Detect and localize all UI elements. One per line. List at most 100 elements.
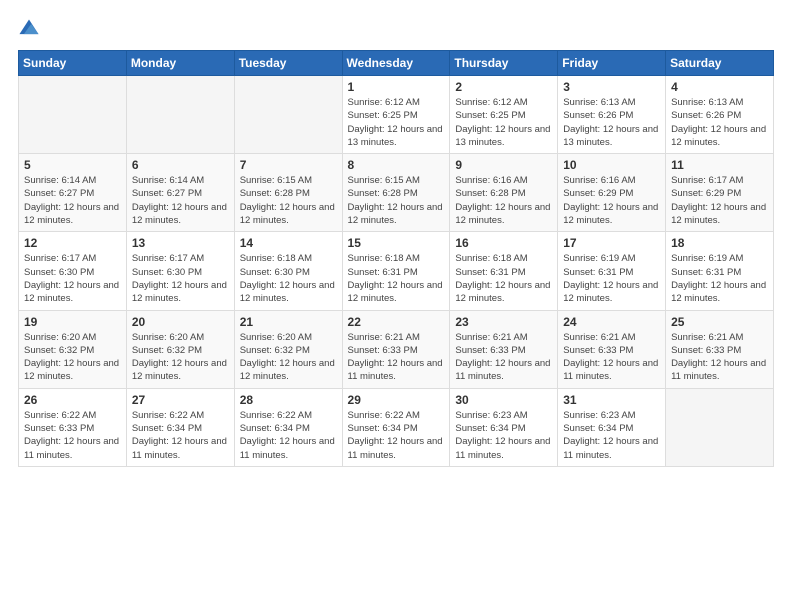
calendar-cell: 16 Sunrise: 6:18 AMSunset: 6:31 PMDayligh… xyxy=(450,232,558,310)
calendar-cell: 20 Sunrise: 6:20 AMSunset: 6:32 PMDayligh… xyxy=(126,310,234,388)
calendar-cell: 25 Sunrise: 6:21 AMSunset: 6:33 PMDayligh… xyxy=(666,310,774,388)
day-info: Sunrise: 6:18 AMSunset: 6:31 PMDaylight:… xyxy=(455,252,552,305)
calendar-cell: 14 Sunrise: 6:18 AMSunset: 6:30 PMDayligh… xyxy=(234,232,342,310)
calendar-cell: 28 Sunrise: 6:22 AMSunset: 6:34 PMDayligh… xyxy=(234,388,342,466)
day-number: 8 xyxy=(348,158,445,172)
day-info: Sunrise: 6:17 AMSunset: 6:30 PMDaylight:… xyxy=(24,252,121,305)
logo-icon xyxy=(18,18,40,40)
calendar-cell: 4 Sunrise: 6:13 AMSunset: 6:26 PMDaylight… xyxy=(666,76,774,154)
day-info: Sunrise: 6:20 AMSunset: 6:32 PMDaylight:… xyxy=(240,331,337,384)
day-info: Sunrise: 6:17 AMSunset: 6:29 PMDaylight:… xyxy=(671,174,768,227)
day-number: 13 xyxy=(132,236,229,250)
day-info: Sunrise: 6:22 AMSunset: 6:34 PMDaylight:… xyxy=(132,409,229,462)
day-number: 15 xyxy=(348,236,445,250)
calendar-cell: 11 Sunrise: 6:17 AMSunset: 6:29 PMDayligh… xyxy=(666,154,774,232)
page: SundayMondayTuesdayWednesdayThursdayFrid… xyxy=(0,0,792,612)
day-number: 22 xyxy=(348,315,445,329)
day-number: 21 xyxy=(240,315,337,329)
calendar-cell: 2Sunrise: 6:12 AMSunset: 6:25 PMDaylight… xyxy=(450,76,558,154)
calendar-cell: 8 Sunrise: 6:15 AMSunset: 6:28 PMDaylight… xyxy=(342,154,450,232)
day-info: Sunrise: 6:19 AMSunset: 6:31 PMDaylight:… xyxy=(563,252,660,305)
day-number: 24 xyxy=(563,315,660,329)
logo xyxy=(18,18,44,40)
calendar-cell: 29 Sunrise: 6:22 AMSunset: 6:34 PMDayligh… xyxy=(342,388,450,466)
day-info: Sunrise: 6:22 AMSunset: 6:34 PMDaylight:… xyxy=(240,409,337,462)
day-number: 9 xyxy=(455,158,552,172)
calendar-cell: 5 Sunrise: 6:14 AMSunset: 6:27 PMDaylight… xyxy=(19,154,127,232)
weekday-header-monday: Monday xyxy=(126,51,234,76)
calendar-cell: 1Sunrise: 6:12 AMSunset: 6:25 PMDaylight… xyxy=(342,76,450,154)
calendar-cell: 3 Sunrise: 6:13 AMSunset: 6:26 PMDaylight… xyxy=(558,76,666,154)
day-number: 23 xyxy=(455,315,552,329)
calendar-cell: 21 Sunrise: 6:20 AMSunset: 6:32 PMDayligh… xyxy=(234,310,342,388)
calendar-cell: 27 Sunrise: 6:22 AMSunset: 6:34 PMDayligh… xyxy=(126,388,234,466)
day-number: 10 xyxy=(563,158,660,172)
day-number: 30 xyxy=(455,393,552,407)
calendar-cell xyxy=(126,76,234,154)
day-info: Sunrise: 6:21 AMSunset: 6:33 PMDaylight:… xyxy=(671,331,768,384)
day-number: 29 xyxy=(348,393,445,407)
day-number: 4 xyxy=(671,80,768,94)
day-info: Sunrise: 6:23 AMSunset: 6:34 PMDaylight:… xyxy=(563,409,660,462)
day-number: 18 xyxy=(671,236,768,250)
day-info: Sunrise: 6:12 AMSunset: 6:25 PMDaylight:… xyxy=(455,96,552,149)
calendar-cell: 18 Sunrise: 6:19 AMSunset: 6:31 PMDayligh… xyxy=(666,232,774,310)
day-info: Sunrise: 6:21 AMSunset: 6:33 PMDaylight:… xyxy=(563,331,660,384)
day-info: Sunrise: 6:15 AMSunset: 6:28 PMDaylight:… xyxy=(240,174,337,227)
day-info: Sunrise: 6:23 AMSunset: 6:34 PMDaylight:… xyxy=(455,409,552,462)
day-info: Sunrise: 6:13 AMSunset: 6:26 PMDaylight:… xyxy=(671,96,768,149)
day-info: Sunrise: 6:22 AMSunset: 6:33 PMDaylight:… xyxy=(24,409,121,462)
day-info: Sunrise: 6:19 AMSunset: 6:31 PMDaylight:… xyxy=(671,252,768,305)
day-info: Sunrise: 6:15 AMSunset: 6:28 PMDaylight:… xyxy=(348,174,445,227)
day-number: 1 xyxy=(348,80,445,94)
calendar-week-row: 26Sunrise: 6:22 AMSunset: 6:33 PMDayligh… xyxy=(19,388,774,466)
calendar-cell: 22 Sunrise: 6:21 AMSunset: 6:33 PMDayligh… xyxy=(342,310,450,388)
day-number: 7 xyxy=(240,158,337,172)
day-number: 6 xyxy=(132,158,229,172)
day-number: 25 xyxy=(671,315,768,329)
calendar-cell: 10 Sunrise: 6:16 AMSunset: 6:29 PMDayligh… xyxy=(558,154,666,232)
calendar-cell: 15 Sunrise: 6:18 AMSunset: 6:31 PMDayligh… xyxy=(342,232,450,310)
weekday-header-tuesday: Tuesday xyxy=(234,51,342,76)
weekday-header-thursday: Thursday xyxy=(450,51,558,76)
weekday-header-sunday: Sunday xyxy=(19,51,127,76)
day-info: Sunrise: 6:18 AMSunset: 6:30 PMDaylight:… xyxy=(240,252,337,305)
day-number: 19 xyxy=(24,315,121,329)
day-info: Sunrise: 6:21 AMSunset: 6:33 PMDaylight:… xyxy=(455,331,552,384)
header xyxy=(18,18,774,40)
day-number: 20 xyxy=(132,315,229,329)
day-number: 16 xyxy=(455,236,552,250)
day-number: 27 xyxy=(132,393,229,407)
day-info: Sunrise: 6:20 AMSunset: 6:32 PMDaylight:… xyxy=(24,331,121,384)
day-number: 14 xyxy=(240,236,337,250)
calendar-week-row: 5 Sunrise: 6:14 AMSunset: 6:27 PMDaylight… xyxy=(19,154,774,232)
calendar-cell: 24 Sunrise: 6:21 AMSunset: 6:33 PMDayligh… xyxy=(558,310,666,388)
calendar-cell: 23 Sunrise: 6:21 AMSunset: 6:33 PMDayligh… xyxy=(450,310,558,388)
calendar-cell: 19 Sunrise: 6:20 AMSunset: 6:32 PMDayligh… xyxy=(19,310,127,388)
day-info: Sunrise: 6:16 AMSunset: 6:29 PMDaylight:… xyxy=(563,174,660,227)
calendar-table: SundayMondayTuesdayWednesdayThursdayFrid… xyxy=(18,50,774,467)
day-number: 31 xyxy=(563,393,660,407)
calendar-cell: 30 Sunrise: 6:23 AMSunset: 6:34 PMDayligh… xyxy=(450,388,558,466)
calendar-cell: 13Sunrise: 6:17 AMSunset: 6:30 PMDayligh… xyxy=(126,232,234,310)
day-info: Sunrise: 6:21 AMSunset: 6:33 PMDaylight:… xyxy=(348,331,445,384)
day-number: 17 xyxy=(563,236,660,250)
day-number: 3 xyxy=(563,80,660,94)
day-info: Sunrise: 6:22 AMSunset: 6:34 PMDaylight:… xyxy=(348,409,445,462)
day-number: 28 xyxy=(240,393,337,407)
calendar-cell: 9Sunrise: 6:16 AMSunset: 6:28 PMDaylight… xyxy=(450,154,558,232)
weekday-header-saturday: Saturday xyxy=(666,51,774,76)
calendar-cell xyxy=(666,388,774,466)
day-info: Sunrise: 6:18 AMSunset: 6:31 PMDaylight:… xyxy=(348,252,445,305)
day-number: 11 xyxy=(671,158,768,172)
day-info: Sunrise: 6:14 AMSunset: 6:27 PMDaylight:… xyxy=(24,174,121,227)
calendar-cell: 26Sunrise: 6:22 AMSunset: 6:33 PMDayligh… xyxy=(19,388,127,466)
day-info: Sunrise: 6:14 AMSunset: 6:27 PMDaylight:… xyxy=(132,174,229,227)
day-info: Sunrise: 6:20 AMSunset: 6:32 PMDaylight:… xyxy=(132,331,229,384)
day-number: 5 xyxy=(24,158,121,172)
calendar-cell: 6 Sunrise: 6:14 AMSunset: 6:27 PMDaylight… xyxy=(126,154,234,232)
calendar-week-row: 1 Sunrise: 6:12 AMSunset: 6:25 PMDaylight… xyxy=(19,76,774,154)
calendar-week-row: 19 Sunrise: 6:20 AMSunset: 6:32 PMDayligh… xyxy=(19,310,774,388)
day-info: Sunrise: 6:13 AMSunset: 6:26 PMDaylight:… xyxy=(563,96,660,149)
weekday-header-friday: Friday xyxy=(558,51,666,76)
